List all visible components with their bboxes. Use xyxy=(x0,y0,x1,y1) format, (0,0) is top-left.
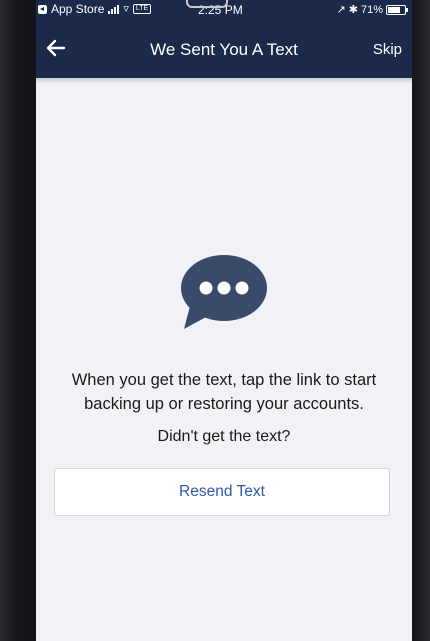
navigation-bar: We Sent You A Text Skip xyxy=(36,22,412,78)
skip-button[interactable]: Skip xyxy=(373,41,402,58)
wifi-icon: ▿ xyxy=(123,2,129,15)
bluetooth-icon: ✱ xyxy=(348,4,358,16)
back-to-app-label[interactable]: App Store xyxy=(51,2,104,16)
battery-percent: 71% xyxy=(360,3,383,16)
back-to-app-icon[interactable] xyxy=(38,4,47,14)
location-icon: ↗ xyxy=(336,4,346,16)
carrier-badge: LTE xyxy=(132,4,152,14)
signal-icon xyxy=(108,4,120,14)
didnt-get-text-label: Didn't get the text? xyxy=(157,428,291,445)
battery-icon xyxy=(386,4,408,15)
main-content: When you get the text, tap the link to s… xyxy=(36,78,412,641)
status-bar: App Store ▿ LTE 2:25 PM ↗ ✱ 71% xyxy=(36,0,412,22)
camera-notch xyxy=(186,0,228,8)
phone-screen: App Store ▿ LTE 2:25 PM ↗ ✱ 71% We Sent … xyxy=(36,0,412,641)
chat-bubble-icon xyxy=(181,255,267,329)
page-title: We Sent You A Text xyxy=(150,40,298,59)
status-left: App Store ▿ LTE xyxy=(38,2,152,16)
instruction-text: When you get the text, tap the link to s… xyxy=(71,371,377,413)
resend-text-button[interactable]: Resend Text xyxy=(54,468,390,516)
arrow-left-icon[interactable] xyxy=(44,36,68,60)
status-right: ↗ ✱ 71% xyxy=(336,3,408,16)
